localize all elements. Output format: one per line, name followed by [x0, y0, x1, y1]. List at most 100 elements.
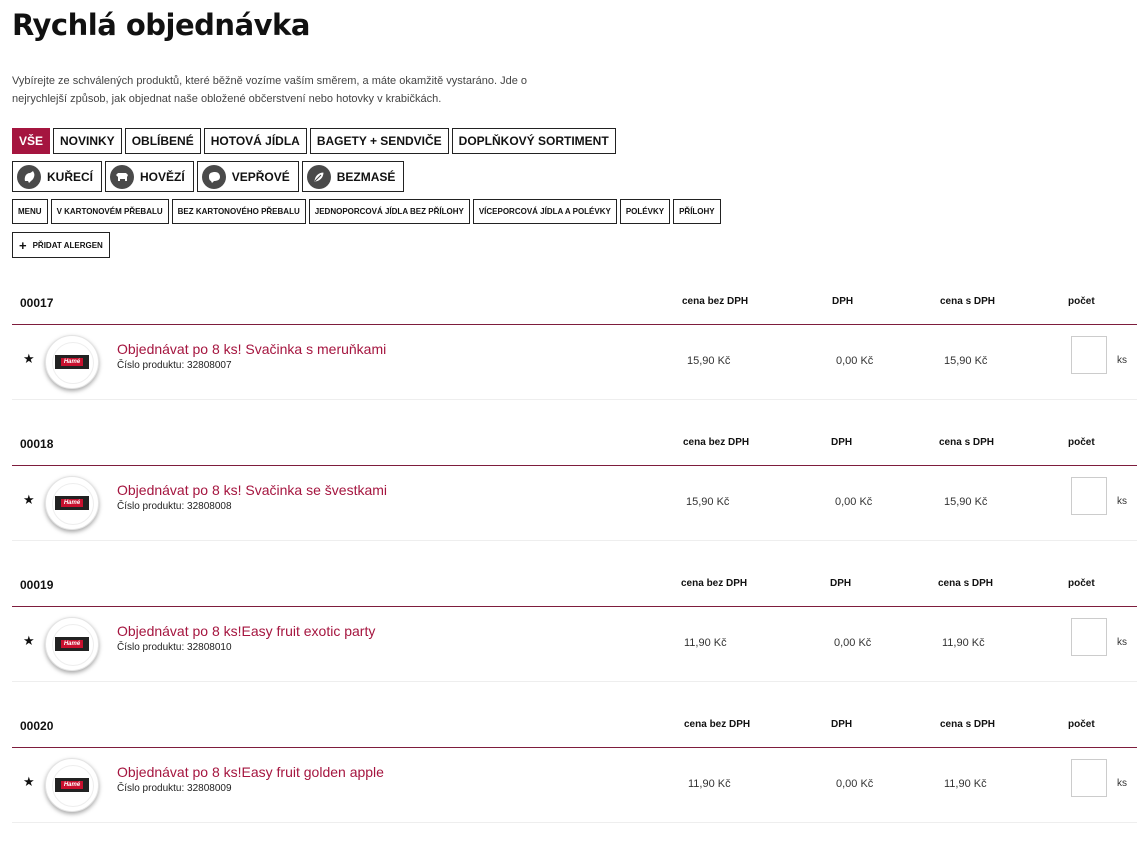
unit-label: ks [1117, 637, 1127, 648]
unit-label: ks [1117, 355, 1127, 366]
quantity-input[interactable] [1071, 336, 1107, 374]
brand-logo: Hamé [60, 358, 84, 366]
filter-prilohy-button[interactable]: PŘÍLOHY [673, 199, 721, 224]
pig-icon [201, 164, 226, 189]
filter-veprove-button[interactable]: VEPŘOVÉ [196, 161, 299, 192]
leaf-icon [306, 164, 331, 189]
product-number: Číslo produktu: 32808007 [117, 360, 232, 371]
quantity-input[interactable] [1071, 477, 1107, 515]
brand-logo: Hamé [60, 499, 84, 507]
header-vat: DPH [831, 719, 853, 730]
product-row: 00018 cena bez DPH DPH cena s DPH počet … [12, 432, 1137, 573]
brand-logo: Hamé [60, 781, 84, 789]
vat-value: 0,00 Kč [836, 355, 874, 367]
vat-value: 0,00 Kč [835, 496, 873, 508]
quantity-input[interactable] [1071, 618, 1107, 656]
product-header: 00017 cena bez DPH DPH cena s DPH počet [12, 291, 1137, 325]
product-body: ★ Hamé Objednávat po 8 ks! Svačinka se š… [12, 466, 1137, 541]
price-no-vat: 15,90 Kč [687, 355, 731, 367]
header-price-with-vat: cena s DPH [940, 719, 996, 730]
product-body: ★ Hamé Objednávat po 8 ks!Easy fruit gol… [12, 748, 1137, 823]
filter-novinky-button[interactable]: NOVINKY [53, 128, 122, 154]
subcategory-filter-bar: MENU V KARTONOVÉM PŘEBALU BEZ KARTONOVÉH… [12, 199, 721, 224]
favorite-star-icon[interactable]: ★ [23, 633, 35, 649]
product-thumbnail: Hamé [45, 617, 99, 671]
filter-bagety-button[interactable]: BAGETY + SENDVIČE [309, 128, 449, 154]
unit-label: ks [1117, 496, 1127, 507]
product-name-link[interactable]: Objednávat po 8 ks! Svačinka s meruňkami [117, 341, 386, 357]
plus-icon: + [19, 237, 27, 253]
product-name-link[interactable]: Objednávat po 8 ks!Easy fruit exotic par… [117, 623, 375, 639]
product-number: Číslo produktu: 32808008 [117, 501, 232, 512]
unit-label: ks [1117, 778, 1127, 789]
page-intro: Vybírejte ze schválených produktů, které… [12, 75, 527, 105]
product-code: 00020 [20, 719, 54, 733]
header-price-with-vat: cena s DPH [940, 296, 996, 307]
meat-filter-bar: KUŘECÍ HOVĚZÍ VEPŘOVÉ BEZMASÉ [12, 161, 405, 192]
price-no-vat: 15,90 Kč [686, 496, 730, 508]
filter-bezmase-label: BEZMASÉ [336, 169, 396, 184]
product-thumbnail: Hamé [45, 335, 99, 389]
filter-v-kartonovem-button[interactable]: V KARTONOVÉM PŘEBALU [50, 199, 169, 224]
header-price-no-vat: cena bez DPH [682, 296, 749, 307]
filter-jednoporcova-button[interactable]: JEDNOPORCOVÁ JÍDLA BEZ PŘÍLOHY [308, 199, 470, 224]
header-vat: DPH [831, 437, 853, 448]
price-with-vat: 15,90 Kč [944, 355, 988, 367]
vat-value: 0,00 Kč [836, 778, 874, 790]
product-name-link[interactable]: Objednávat po 8 ks! Svačinka se švestkam… [117, 482, 387, 498]
favorite-star-icon[interactable]: ★ [23, 351, 35, 367]
product-code: 00017 [20, 296, 54, 310]
header-count: počet [1068, 719, 1095, 730]
price-with-vat: 15,90 Kč [944, 496, 988, 508]
product-header: 00018 cena bez DPH DPH cena s DPH počet [12, 432, 1137, 466]
product-number: Číslo produktu: 32808010 [117, 642, 232, 653]
favorite-star-icon[interactable]: ★ [23, 492, 35, 508]
filter-polevky-button[interactable]: POLÉVKY [619, 199, 671, 224]
product-thumbnail: Hamé [45, 476, 99, 530]
filter-all-button[interactable]: VŠE [12, 128, 51, 154]
product-header: 00020 cena bez DPH DPH cena s DPH počet [12, 714, 1137, 748]
add-allergen-button[interactable]: + PŘIDAT ALERGEN [12, 232, 110, 258]
price-with-vat: 11,90 Kč [942, 637, 985, 649]
product-code: 00018 [20, 437, 54, 451]
filter-bezmase-button[interactable]: BEZMASÉ [301, 161, 405, 192]
filter-kureci-button[interactable]: KUŘECÍ [12, 161, 103, 192]
filter-hovezi-button[interactable]: HOVĚZÍ [105, 161, 194, 192]
filter-kureci-label: KUŘECÍ [47, 169, 94, 184]
quantity-input[interactable] [1071, 759, 1107, 797]
filter-hovezi-label: HOVĚZÍ [140, 169, 185, 184]
product-name-link[interactable]: Objednávat po 8 ks!Easy fruit golden app… [117, 764, 384, 780]
header-vat: DPH [830, 578, 852, 589]
filter-doplnkovy-button[interactable]: DOPLŇKOVÝ SORTIMENT [451, 128, 616, 154]
allergen-bar: + PŘIDAT ALERGEN [12, 232, 110, 258]
header-price-no-vat: cena bez DPH [681, 578, 748, 589]
product-row: 00019 cena bez DPH DPH cena s DPH počet … [12, 573, 1137, 714]
filter-viceporcova-button[interactable]: VÍCEPORCOVÁ JÍDLA A POLÉVKY [472, 199, 617, 224]
brand-logo: Hamé [60, 640, 84, 648]
price-no-vat: 11,90 Kč [688, 778, 731, 790]
page-title: Rychlá objednávka [12, 8, 310, 42]
header-price-with-vat: cena s DPH [939, 437, 995, 448]
add-allergen-label: PŘIDAT ALERGEN [32, 240, 103, 250]
favorite-star-icon[interactable]: ★ [23, 774, 35, 790]
product-body: ★ Hamé Objednávat po 8 ks! Svačinka s me… [12, 325, 1137, 400]
product-row: 00020 cena bez DPH DPH cena s DPH počet … [12, 714, 1137, 855]
cow-icon [110, 164, 135, 189]
header-price-no-vat: cena bez DPH [683, 437, 750, 448]
filter-hotova-jidla-button[interactable]: HOTOVÁ JÍDLA [203, 128, 307, 154]
header-price-with-vat: cena s DPH [938, 578, 994, 589]
filter-veprove-label: VEPŘOVÉ [231, 169, 290, 184]
filter-oblibene-button[interactable]: OBLÍBENÉ [124, 128, 201, 154]
filter-bez-kartonoveho-button[interactable]: BEZ KARTONOVÉHO PŘEBALU [171, 199, 306, 224]
header-vat: DPH [832, 296, 854, 307]
product-body: ★ Hamé Objednávat po 8 ks!Easy fruit exo… [12, 607, 1137, 682]
vat-value: 0,00 Kč [834, 637, 872, 649]
product-code: 00019 [20, 578, 54, 592]
header-count: počet [1068, 296, 1095, 307]
price-no-vat: 11,90 Kč [684, 637, 727, 649]
product-row: 00017 cena bez DPH DPH cena s DPH počet … [12, 291, 1137, 432]
filter-menu-button[interactable]: MENU [12, 199, 48, 224]
header-count: počet [1068, 437, 1095, 448]
product-header: 00019 cena bez DPH DPH cena s DPH počet [12, 573, 1137, 607]
header-count: počet [1068, 578, 1095, 589]
